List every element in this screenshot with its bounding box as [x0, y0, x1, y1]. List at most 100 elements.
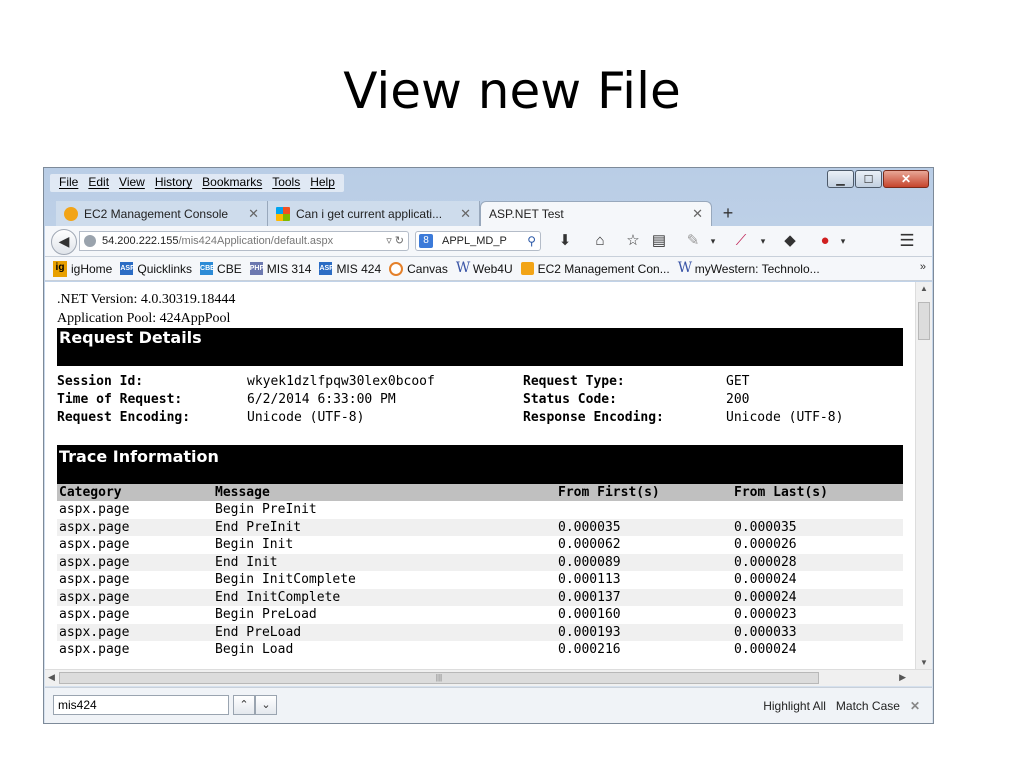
request-encoding-value: Unicode (UTF-8) [247, 410, 365, 425]
cell: 0.000035 [556, 518, 732, 536]
hamburger-menu-icon[interactable]: ☰ [897, 231, 917, 251]
url-bar[interactable]: 54.200.222.155/mis424Application/default… [79, 231, 409, 251]
cbe-icon: CBE [200, 262, 215, 275]
menu-tools[interactable]: Tools [267, 174, 305, 192]
cell: 0.000035 [732, 518, 903, 536]
request-type-label: Request Type: [523, 374, 625, 389]
table-row: aspx.page End PreInit 0.000035 0.000035 [57, 518, 903, 536]
search-icon[interactable]: ⚲ [527, 232, 536, 250]
tab-strip: EC2 Management Console ✕ Can i get curre… [56, 198, 744, 226]
bookmark-item[interactable]: ASP Quicklinks [120, 262, 192, 276]
request-details-heading: Request Details [57, 328, 903, 366]
horizontal-scrollbar[interactable]: ◀ ||| ▶ [45, 669, 932, 686]
time-of-request-label: Time of Request: [57, 392, 183, 407]
bookmark-item[interactable]: Canvas [389, 261, 448, 276]
tab-stackoverflow[interactable]: Can i get current applicati... ✕ [268, 201, 480, 226]
cell: aspx.page [57, 623, 213, 641]
extension-icon[interactable]: ✎ [683, 231, 703, 251]
bookmark-item[interactable]: ig igHome [53, 260, 112, 277]
new-tab-button[interactable]: + [712, 201, 744, 226]
bookmark-item[interactable]: PHP MIS 314 [249, 262, 311, 276]
broom-icon[interactable]: ⟋ [731, 231, 751, 251]
menu-bar: File Edit View History Bookmarks Tools H… [50, 174, 344, 192]
bookmark-item[interactable]: W Web4U [456, 261, 513, 276]
find-bar: ⌃ ⌄ Highlight All Match Case ✕ [45, 687, 932, 723]
request-type-value: GET [726, 374, 750, 389]
find-input[interactable] [53, 695, 229, 715]
table-row: aspx.page Begin InitComplete 0.000113 0.000… [57, 571, 903, 589]
bookmark-star-icon[interactable]: ☆ [623, 231, 643, 251]
cell: Begin PreInit [215, 502, 317, 518]
menu-history[interactable]: History [150, 174, 197, 192]
close-window-button[interactable]: ✕ [883, 170, 929, 188]
search-engine-icon[interactable]: 8 [419, 234, 433, 248]
bookmark-item[interactable]: ASP MIS 424 [319, 262, 381, 276]
vertical-scrollbar[interactable]: ▲ ▼ [915, 282, 932, 669]
cell: End PreLoad [213, 623, 556, 641]
reading-list-icon[interactable]: ▤ [649, 231, 669, 251]
scroll-left-arrow-icon[interactable]: ◀ [48, 672, 55, 683]
dropdown-arrow-icon[interactable]: ▾ [833, 231, 853, 251]
bookmark-item[interactable]: WmyWestern: Technolo... [678, 261, 820, 276]
cell: End InitComplete [213, 588, 556, 606]
scroll-right-arrow-icon[interactable]: ▶ [899, 672, 906, 683]
column-header: Category [59, 485, 122, 500]
tab-ec2-console[interactable]: EC2 Management Console ✕ [56, 201, 268, 226]
bookmark-item[interactable]: EC2 Management Con... [520, 262, 670, 276]
reload-icon[interactable]: ▿ ↻ [386, 232, 404, 250]
cell: 0.000026 [734, 537, 797, 553]
highlight-all-button[interactable]: Highlight All [763, 699, 826, 713]
request-encoding-label: Request Encoding: [57, 410, 191, 425]
cell: aspx.page [57, 553, 213, 571]
find-previous-button[interactable]: ⌃ [233, 695, 255, 715]
maximize-button[interactable]: ☐ [855, 170, 882, 188]
trace-header-row: Category Message From First(s) From Last… [57, 484, 903, 501]
menu-bookmarks[interactable]: Bookmarks [197, 174, 267, 192]
menu-help[interactable]: Help [305, 174, 340, 192]
cell: aspx.page [57, 518, 213, 536]
scroll-down-arrow-icon[interactable]: ▼ [920, 658, 928, 667]
cell: 0.000024 [732, 588, 903, 606]
cell: 0.000024 [734, 642, 797, 658]
find-next-button[interactable]: ⌄ [255, 695, 277, 715]
cell [732, 501, 903, 519]
tab-close-icon[interactable]: ✕ [460, 206, 471, 222]
scrollbar-thumb[interactable] [918, 302, 930, 340]
scrollbar-thumb[interactable]: ||| [59, 672, 819, 684]
ighome-icon: ig [53, 260, 67, 277]
cell: aspx.page [59, 642, 130, 658]
tab-close-icon[interactable]: ✕ [692, 206, 703, 222]
tab-label: EC2 Management Console [84, 206, 229, 221]
feed-icon[interactable]: ◆ [780, 231, 800, 251]
adblock-icon[interactable]: ● [815, 231, 835, 251]
menu-view[interactable]: View [114, 174, 150, 192]
more-bookmarks-chevron-icon[interactable]: » [920, 261, 926, 273]
close-find-bar-icon[interactable]: ✕ [910, 699, 920, 713]
search-bar[interactable]: 8 APPL_MD_P ⚲ [415, 231, 541, 251]
slide-title: View new File [343, 62, 681, 120]
cell: 0.000024 [734, 572, 797, 588]
menu-edit[interactable]: Edit [83, 174, 114, 192]
dropdown-arrow-icon[interactable]: ▾ [703, 231, 723, 251]
match-case-button[interactable]: Match Case [836, 699, 900, 713]
back-button[interactable]: ◀ [51, 229, 77, 255]
table-row: aspx.page End PreLoad 0.000193 0.000033 [57, 623, 903, 641]
tab-label: ASP.NET Test [489, 207, 564, 221]
cell: 0.000033 [732, 623, 903, 641]
menu-file[interactable]: File [54, 174, 83, 192]
scroll-up-arrow-icon[interactable]: ▲ [920, 284, 928, 293]
tab-aspnet-test[interactable]: ASP.NET Test ✕ [480, 201, 712, 226]
tab-close-icon[interactable]: ✕ [248, 206, 259, 222]
bookmarks-bar: ig igHome ASP Quicklinks CBE CBE PHP MIS 314… [45, 257, 932, 281]
dropdown-arrow-icon[interactable]: ▾ [753, 231, 773, 251]
application-pool: Application Pool: 424AppPool [57, 311, 231, 326]
site-identity-icon[interactable] [84, 235, 96, 247]
download-icon[interactable]: ⬇ [555, 231, 575, 251]
column-header: From Last(s) [734, 485, 828, 500]
time-of-request-value: 6/2/2014 6:33:00 PM [247, 392, 396, 407]
cell: aspx.page [57, 588, 213, 606]
minimize-button[interactable]: ▁ [827, 170, 854, 188]
bookmark-item[interactable]: CBE CBE [200, 262, 242, 276]
cell: 0.000193 [556, 623, 732, 641]
home-icon[interactable]: ⌂ [590, 231, 610, 251]
